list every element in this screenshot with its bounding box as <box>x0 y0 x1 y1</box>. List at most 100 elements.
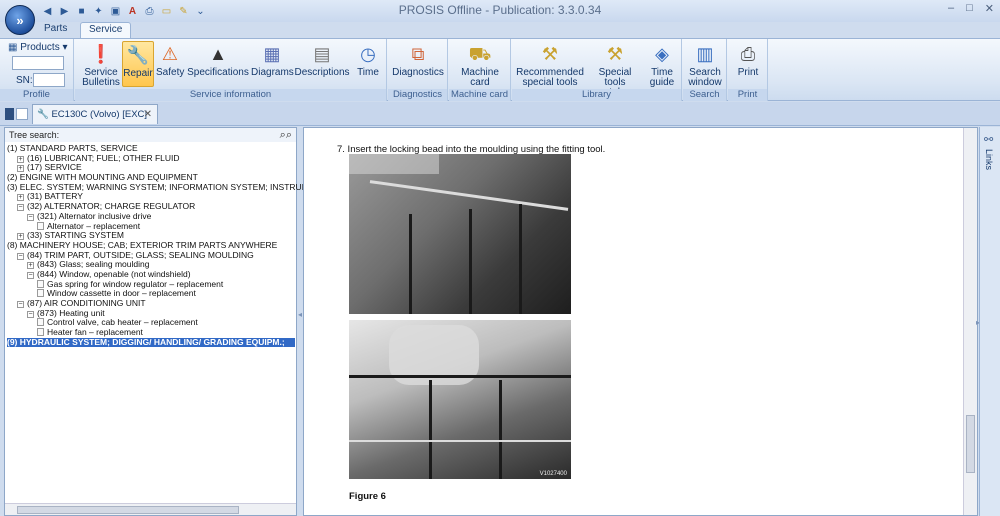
tree-node-label: (8) MACHINERY HOUSE; CAB; EXTERIOR TRIM … <box>7 239 278 250</box>
minimize-button[interactable]: – <box>948 2 954 15</box>
tab-service[interactable]: Service <box>80 22 132 38</box>
collapse-icon[interactable]: − <box>17 252 24 260</box>
ribbon-tab-row: Parts Service <box>0 22 1000 38</box>
collapse-icon[interactable]: − <box>17 204 24 212</box>
descriptions-icon: ▤ <box>313 44 331 64</box>
figure-photo-bottom: V1027400 <box>349 320 571 479</box>
time-guide-button[interactable]: ◈ Time guide <box>646 41 678 88</box>
group-label-print: Print <box>728 89 767 101</box>
tab-list-button[interactable] <box>5 108 14 120</box>
tree-node-label: Alternator – replacement <box>47 220 141 231</box>
collapse-left-icon[interactable]: ◂ <box>298 310 302 319</box>
scrollbar-thumb[interactable] <box>966 415 975 473</box>
tree-node-label: (3) ELEC. SYSTEM; WARNING SYSTEM; INFORM… <box>7 181 332 192</box>
document-tab-strip: 🔧 EC130C (Volvo) [EXC] ✕ <box>0 102 1000 126</box>
close-icon[interactable]: ✕ <box>144 109 152 120</box>
search-window-button[interactable]: ▥ Search window <box>686 41 724 88</box>
diagnostics-button[interactable]: ⧉ Diagnostics <box>391 41 445 87</box>
diagrams-label: Diagrams <box>251 67 294 78</box>
collapse-icon[interactable]: − <box>27 213 34 221</box>
specs-icon: ▲ <box>209 44 227 64</box>
app-menu-button[interactable]: » <box>5 5 35 35</box>
network-icon: ⧉ <box>411 44 425 64</box>
specifications-button[interactable]: ▲ Specifications <box>186 41 250 87</box>
scrollbar-thumb[interactable] <box>17 506 239 514</box>
figure-photo-top <box>349 154 571 314</box>
tree-node-label: (33) STARTING SYSTEM <box>27 230 124 241</box>
tree-node-label: (843) Glass; sealing moulding <box>37 259 150 270</box>
figure-caption: Figure 6 <box>349 491 386 502</box>
links-panel[interactable]: ⚯ Links <box>979 127 1000 516</box>
window-controls: – □ ✕ <box>948 2 994 15</box>
document-tab-title: EC130C (Volvo) [EXC] <box>51 109 148 120</box>
new-tab-button[interactable] <box>16 108 28 120</box>
bulletin-icon: ❗ <box>89 44 113 64</box>
maximize-button[interactable]: □ <box>966 2 973 15</box>
group-label-profile: Profile <box>0 89 73 101</box>
machine-card-label: Machine card <box>461 67 499 88</box>
time-guide-icon: ◈ <box>655 44 669 64</box>
group-label-diagnostics: Diagnostics <box>388 89 447 101</box>
collapse-icon[interactable]: − <box>27 310 34 318</box>
tree-node-label: (17) SERVICE <box>27 162 82 173</box>
safety-button[interactable]: ⚠ Safety <box>156 41 184 87</box>
links-icon: ⚯ <box>984 134 994 146</box>
tree-node-label: (31) BATTERY <box>27 191 83 202</box>
group-library: ⚒ Recommended special tools ⚒ Special to… <box>512 39 682 101</box>
document-icon <box>37 318 44 327</box>
tree-node-label: (16) LUBRICANT; FUEL; OTHER FLUID <box>27 152 180 163</box>
tree-node-label: (873) Heating unit <box>37 307 105 318</box>
collapse-icon[interactable]: − <box>17 301 24 308</box>
tree-node-label: Control valve, cab heater – replacement <box>47 317 198 328</box>
product-input[interactable] <box>12 56 64 70</box>
binoculars-icon[interactable]: ⌕⌕ <box>280 129 292 142</box>
document-content: 7. Insert the locking bead into the moul… <box>303 127 978 516</box>
group-diagnostics: ⧉ Diagnostics Diagnostics <box>388 39 448 101</box>
expand-icon[interactable]: + <box>17 194 24 202</box>
printer-icon: ⎙ <box>740 44 756 64</box>
wrench-icon: 🔧 <box>126 45 150 65</box>
collapse-icon[interactable]: − <box>27 271 34 279</box>
content-vertical-scrollbar[interactable] <box>963 128 977 515</box>
tree-horizontal-scrollbar[interactable] <box>5 503 296 515</box>
tree-panel: Tree search: ⌕⌕ (1) STANDARD PARTS, SERV… <box>4 127 331 516</box>
diagrams-button[interactable]: ▦ Diagrams <box>251 41 294 87</box>
special-tools-catalog-button[interactable]: ⚒ Special tools catalog <box>587 41 643 98</box>
figure-code: V1027400 <box>539 471 567 477</box>
tree-node[interactable]: (9) HYDRAULIC SYSTEM; DIGGING/ HANDLING/… <box>7 337 295 348</box>
excavator-icon: ⛟ <box>468 44 492 64</box>
search-window-label: Search window <box>688 67 722 88</box>
repair-label: Repair <box>123 68 153 79</box>
group-print: ⎙ Print Print <box>728 39 768 101</box>
expand-icon[interactable]: + <box>27 262 34 270</box>
group-machine-card: ⛟ Machine card Machine card <box>449 39 511 101</box>
tree-node-label: Window cassette in door – replacement <box>47 288 196 299</box>
print-button[interactable]: ⎙ Print <box>734 41 762 87</box>
repair-button[interactable]: 🔧 Repair <box>122 41 154 87</box>
diagram-icon: ▦ <box>263 44 281 64</box>
machine-card-button[interactable]: ⛟ Machine card <box>455 41 505 88</box>
tab-parts[interactable]: Parts <box>36 22 75 38</box>
document-tab[interactable]: 🔧 EC130C (Volvo) [EXC] ✕ <box>32 104 158 124</box>
safety-label: Safety <box>156 67 185 78</box>
recommended-special-tools-button[interactable]: ⚒ Recommended special tools <box>516 41 584 88</box>
service-bulletins-button[interactable]: ❗ Service Bulletins <box>81 41 121 88</box>
descriptions-button[interactable]: ▤ Descriptions <box>294 41 350 87</box>
tree-node-label: Heater fan – replacement <box>47 327 143 338</box>
sn-input[interactable] <box>33 73 65 87</box>
products-icon: ▦ <box>8 42 21 53</box>
products-dropdown[interactable]: ▦ Products ▾ <box>8 42 68 53</box>
tree-node-label: (844) Window, openable (not windshield) <box>37 268 191 279</box>
group-label-library: Library <box>512 89 681 101</box>
group-label-service-information: Service information <box>75 89 386 101</box>
sn-label: SN: <box>16 75 33 86</box>
search-window-icon: ▥ <box>696 44 714 64</box>
time-button[interactable]: ◷ Time <box>353 41 383 87</box>
time-label: Time <box>357 67 379 78</box>
expand-icon[interactable]: + <box>17 155 24 163</box>
group-label-search: Search <box>683 89 726 101</box>
ribbon: ▦ Products ▾ SN: Profile ❗ Service Bulle… <box>0 38 1000 101</box>
close-button[interactable]: ✕ <box>985 2 994 15</box>
group-search: ▥ Search window Search <box>683 39 727 101</box>
descriptions-label: Descriptions <box>294 67 350 78</box>
